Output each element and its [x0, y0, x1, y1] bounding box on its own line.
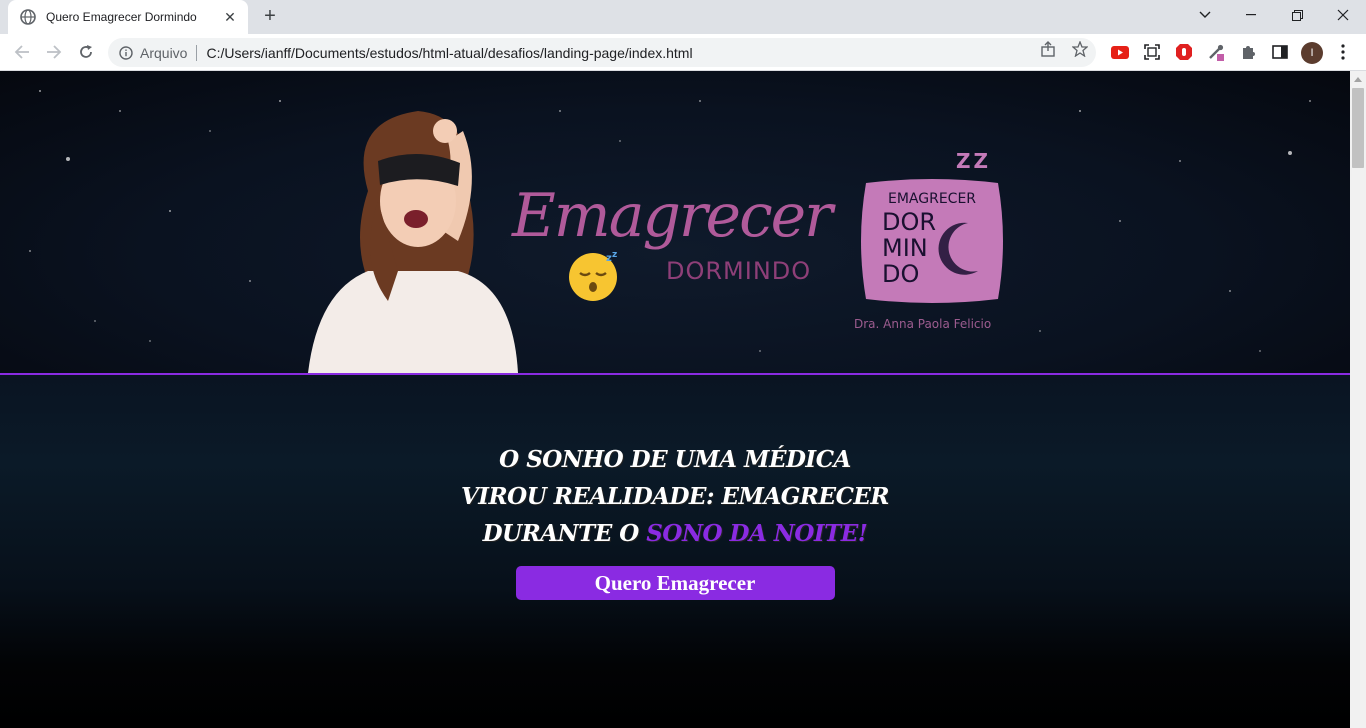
- globe-icon: [20, 9, 36, 25]
- chrome-menu-icon[interactable]: [1334, 42, 1352, 62]
- url-text[interactable]: C:/Users/ianff/Documents/estudos/html-at…: [206, 45, 1096, 61]
- side-panel-icon[interactable]: [1270, 42, 1290, 62]
- address-bar[interactable]: Arquivo C:/Users/ianff/Documents/estudos…: [108, 38, 1096, 67]
- close-window-icon[interactable]: [1320, 0, 1366, 30]
- vertical-scrollbar[interactable]: [1350, 71, 1366, 728]
- sleeping-woman-illustration: [308, 111, 518, 373]
- forward-icon[interactable]: [40, 38, 68, 66]
- logo-script-text: Emagrecer: [512, 181, 833, 251]
- minimize-icon[interactable]: [1228, 0, 1274, 30]
- scrollbar-thumb[interactable]: [1352, 88, 1364, 168]
- doctor-name: Dra. Anna Paola Felicio: [854, 317, 992, 331]
- headline-line2: VIROU REALIDADE: EMAGRECER: [460, 483, 890, 510]
- badge-line3: MIN: [882, 234, 928, 262]
- url-scheme-label: Arquivo: [140, 44, 188, 61]
- svg-text:z: z: [612, 250, 617, 260]
- page-viewport: Emagrecer DORMINDO z z EMAGRECER DOR MIN…: [0, 71, 1350, 728]
- logo-wordmark: Emagrecer DORMINDO: [512, 181, 842, 291]
- tab-strip: Quero Emagrecer Dormindo ✕ +: [0, 0, 1366, 34]
- close-tab-icon[interactable]: ✕: [222, 9, 238, 25]
- adblock-extension-icon[interactable]: [1174, 42, 1194, 62]
- tab-title: Quero Emagrecer Dormindo: [46, 10, 197, 24]
- reload-icon[interactable]: [72, 38, 100, 66]
- share-icon[interactable]: [1039, 40, 1057, 58]
- badge-line1: EMAGRECER: [887, 191, 977, 207]
- restore-icon[interactable]: [1274, 0, 1320, 30]
- badge-line2: DOR: [882, 208, 937, 236]
- tab-search-icon[interactable]: [1182, 0, 1228, 30]
- info-icon[interactable]: [118, 45, 134, 61]
- extensions-puzzle-icon[interactable]: [1238, 42, 1258, 62]
- tab-active[interactable]: Quero Emagrecer Dormindo ✕: [8, 0, 248, 34]
- hero-headline: O SONHO DE UMA MÉDICA VIROU REALIDADE: E…: [0, 441, 1350, 552]
- logo-sub-text: DORMINDO: [666, 257, 812, 285]
- browser-toolbar: Arquivo C:/Users/ianff/Documents/estudos…: [0, 34, 1366, 71]
- new-tab-icon[interactable]: +: [258, 4, 282, 28]
- back-icon[interactable]: [8, 38, 36, 66]
- profile-avatar[interactable]: I: [1301, 42, 1323, 64]
- scroll-up-arrow-icon[interactable]: [1354, 77, 1362, 82]
- eyedropper-extension-icon[interactable]: [1206, 42, 1226, 62]
- headline-line1: O SONHO DE UMA MÉDICA: [499, 446, 851, 473]
- youtube-extension-icon[interactable]: [1110, 42, 1130, 62]
- bookmark-star-icon[interactable]: [1071, 40, 1089, 58]
- headline-line3: DURANTE O SONO DA NOITE!: [0, 515, 1350, 552]
- cta-button[interactable]: Quero Emagrecer: [515, 566, 835, 600]
- site-header: Emagrecer DORMINDO z z EMAGRECER DOR MIN…: [0, 71, 1350, 373]
- headline-line3-prefix: DURANTE O: [482, 520, 647, 547]
- hero-content: O SONHO DE UMA MÉDICA VIROU REALIDADE: E…: [0, 441, 1350, 600]
- headline-accent: SONO DA NOITE!: [646, 520, 868, 547]
- sleeping-face-icon: z z: [569, 250, 617, 301]
- pillow-badge: EMAGRECER DOR MIN DO: [858, 175, 1006, 307]
- badge-zz-text: Z Z: [956, 149, 988, 173]
- screenshot-extension-icon[interactable]: [1142, 42, 1162, 62]
- badge-line4: DO: [882, 260, 920, 288]
- hero-section: O SONHO DE UMA MÉDICA VIROU REALIDADE: E…: [0, 375, 1350, 728]
- omnibox-divider: [196, 44, 198, 61]
